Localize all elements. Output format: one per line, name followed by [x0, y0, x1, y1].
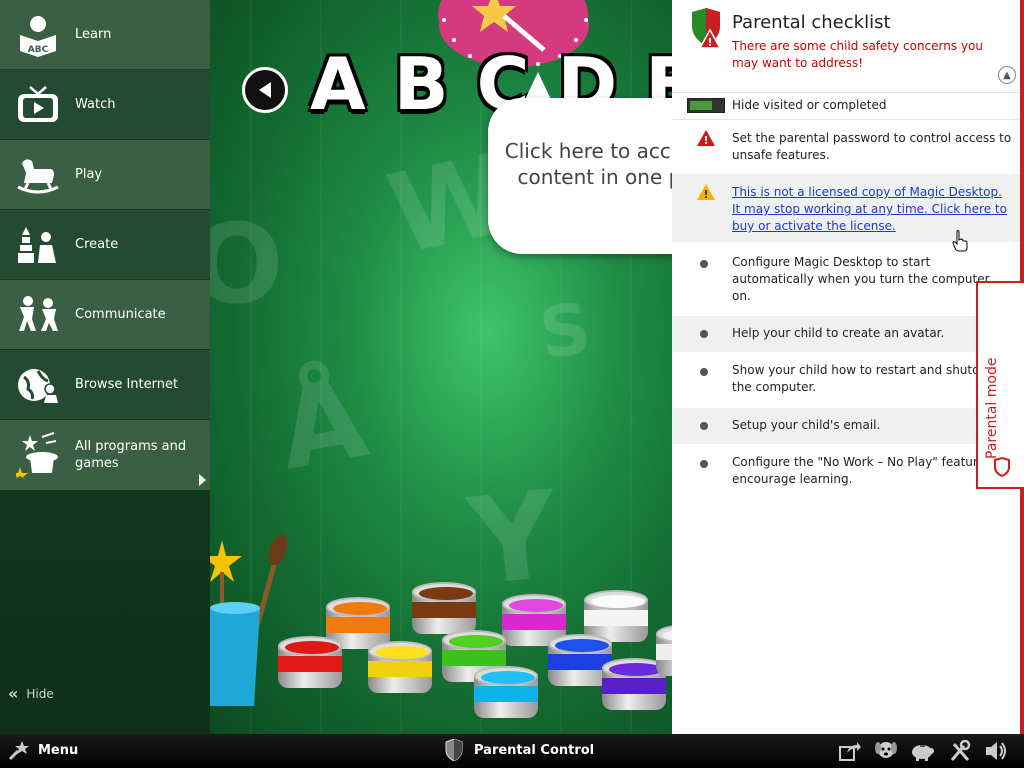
toggle-on-indicator	[690, 101, 712, 110]
background-letter: Y	[462, 465, 564, 614]
paint-pot-yellow	[368, 641, 432, 693]
task-item-autostart[interactable]: Configure Magic Desktop to start automat…	[672, 244, 1020, 314]
paint-pot-brown	[412, 582, 476, 634]
taskbar: Menu Parental Control	[0, 734, 1024, 768]
shield-outline-icon	[994, 457, 1010, 477]
share-icon[interactable]	[838, 739, 862, 763]
hide-visited-label: Hide visited or completed	[732, 98, 887, 112]
bullet-icon	[700, 330, 708, 338]
globe-icon	[14, 361, 62, 409]
sidebar-item-communicate[interactable]: Communicate	[0, 280, 210, 349]
task-text: Show your child how to restart and shutd…	[732, 363, 1005, 394]
dog-icon[interactable]	[874, 739, 898, 763]
warning-triangle-icon: !	[697, 184, 715, 200]
sidebar: ABC Learn Watch Play Create Communicate …	[0, 0, 210, 734]
alphabet-letter: A	[310, 42, 366, 126]
task-text: Set the parental password to control acc…	[732, 131, 1012, 162]
panel-warning-text: There are some child safety concerns you…	[732, 39, 983, 70]
security-shield-icon: !	[692, 8, 721, 48]
task-item-email[interactable]: Setup your child's email.	[672, 408, 1020, 444]
parental-control-button[interactable]: Parental Control	[444, 739, 594, 761]
main-content-area: W S Å Y O A B C D E Click here to access…	[210, 0, 672, 734]
hand-cursor-icon	[952, 230, 968, 252]
paint-pot-cyan	[474, 666, 538, 718]
bullet-icon	[700, 368, 708, 376]
back-button[interactable]	[242, 67, 288, 113]
parental-control-label: Parental Control	[474, 742, 595, 758]
error-triangle-icon: !	[697, 130, 715, 146]
sidebar-item-label: Play	[75, 167, 103, 182]
svg-text:ABC: ABC	[28, 45, 49, 55]
alphabet-letter: B	[393, 42, 449, 126]
sidebar-item-label: Browse Internet	[75, 377, 179, 392]
paint-pot-red	[278, 636, 342, 688]
task-text: Setup your child's email.	[732, 418, 881, 432]
bullet-icon	[700, 422, 708, 430]
license-link[interactable]: This is not a licensed copy of Magic Des…	[732, 185, 1007, 233]
task-item-parental-password[interactable]: ! Set the parental password to control a…	[672, 120, 1020, 172]
hide-visited-toggle[interactable]	[687, 98, 725, 113]
background-letter: S	[534, 286, 596, 376]
parental-checklist-panel: ! Parental checklist There are some chil…	[672, 0, 1020, 734]
paint-brush-cup-icon	[210, 534, 288, 706]
sidebar-item-label: Learn	[75, 27, 112, 42]
task-item-restart[interactable]: Show your child how to restart and shutd…	[672, 354, 1020, 406]
speech-bubble-text: Click here to access the content in one …	[504, 139, 672, 189]
piggy-bank-icon[interactable]	[910, 739, 934, 763]
task-item-no-work-no-play[interactable]: Configure the "No Work – No Play" featur…	[672, 446, 1020, 498]
parental-mode-label: Parental mode	[984, 357, 1000, 459]
sidebar-item-create[interactable]: Create	[0, 210, 210, 279]
sidebar-item-label: Communicate	[75, 307, 166, 322]
children-icon	[14, 291, 62, 339]
shield-icon	[445, 739, 463, 761]
sidebar-item-label: Create	[75, 237, 119, 252]
abc-book-icon: ABC	[14, 11, 62, 59]
collapse-button[interactable]: ▲	[998, 66, 1016, 84]
hide-label: Hide	[26, 686, 54, 701]
sidebar-item-play[interactable]: Play	[0, 140, 210, 209]
bullet-icon	[700, 460, 708, 468]
parental-mode-tab[interactable]: Parental mode	[976, 281, 1024, 489]
hide-visited-row: Hide visited or completed	[672, 92, 1020, 120]
task-text: Configure Magic Desktop to start automat…	[732, 255, 990, 303]
svg-text:!: !	[703, 134, 708, 146]
panel-title: Parental checklist	[732, 12, 891, 33]
bullet-icon	[700, 260, 708, 268]
sidebar-item-browse-internet[interactable]: Browse Internet	[0, 350, 210, 419]
sidebar-item-label: Watch	[75, 97, 116, 112]
chevron-up-icon: ▲	[1003, 69, 1011, 81]
tools-icon[interactable]	[948, 739, 972, 763]
svg-text:!: !	[703, 188, 708, 200]
sidebar-item-all-programs[interactable]: All programs and games	[0, 420, 210, 490]
speech-bubble[interactable]: Click here to access the content in one …	[488, 98, 672, 254]
rocking-horse-icon	[14, 151, 62, 199]
tv-icon	[14, 81, 62, 129]
menu-button[interactable]: Menu	[8, 739, 78, 761]
task-item-avatar[interactable]: Help your child to create an avatar.	[672, 316, 1020, 352]
expand-arrow-icon	[199, 474, 206, 486]
speaker-icon[interactable]	[984, 739, 1008, 763]
background-letter: Å	[269, 353, 376, 495]
arrow-left-icon	[259, 82, 271, 98]
magic-wand-icon	[8, 741, 29, 761]
sidebar-item-learn[interactable]: ABC Learn	[0, 0, 210, 69]
paint-pot-white	[656, 624, 672, 676]
background-letter: O	[210, 200, 284, 328]
sidebar-item-watch[interactable]: Watch	[0, 70, 210, 139]
task-text: Help your child to create an avatar.	[732, 326, 945, 340]
svg-text:!: !	[707, 36, 712, 48]
hide-sidebar-button[interactable]: « Hide	[8, 684, 54, 703]
double-chevron-left-icon: «	[8, 684, 19, 703]
magic-hat-icon	[14, 431, 62, 479]
task-text: Configure the "No Work – No Play" featur…	[732, 455, 1001, 486]
menu-label: Menu	[38, 742, 79, 758]
sidebar-item-label: All programs and games	[75, 439, 187, 471]
building-blocks-icon	[14, 221, 62, 269]
